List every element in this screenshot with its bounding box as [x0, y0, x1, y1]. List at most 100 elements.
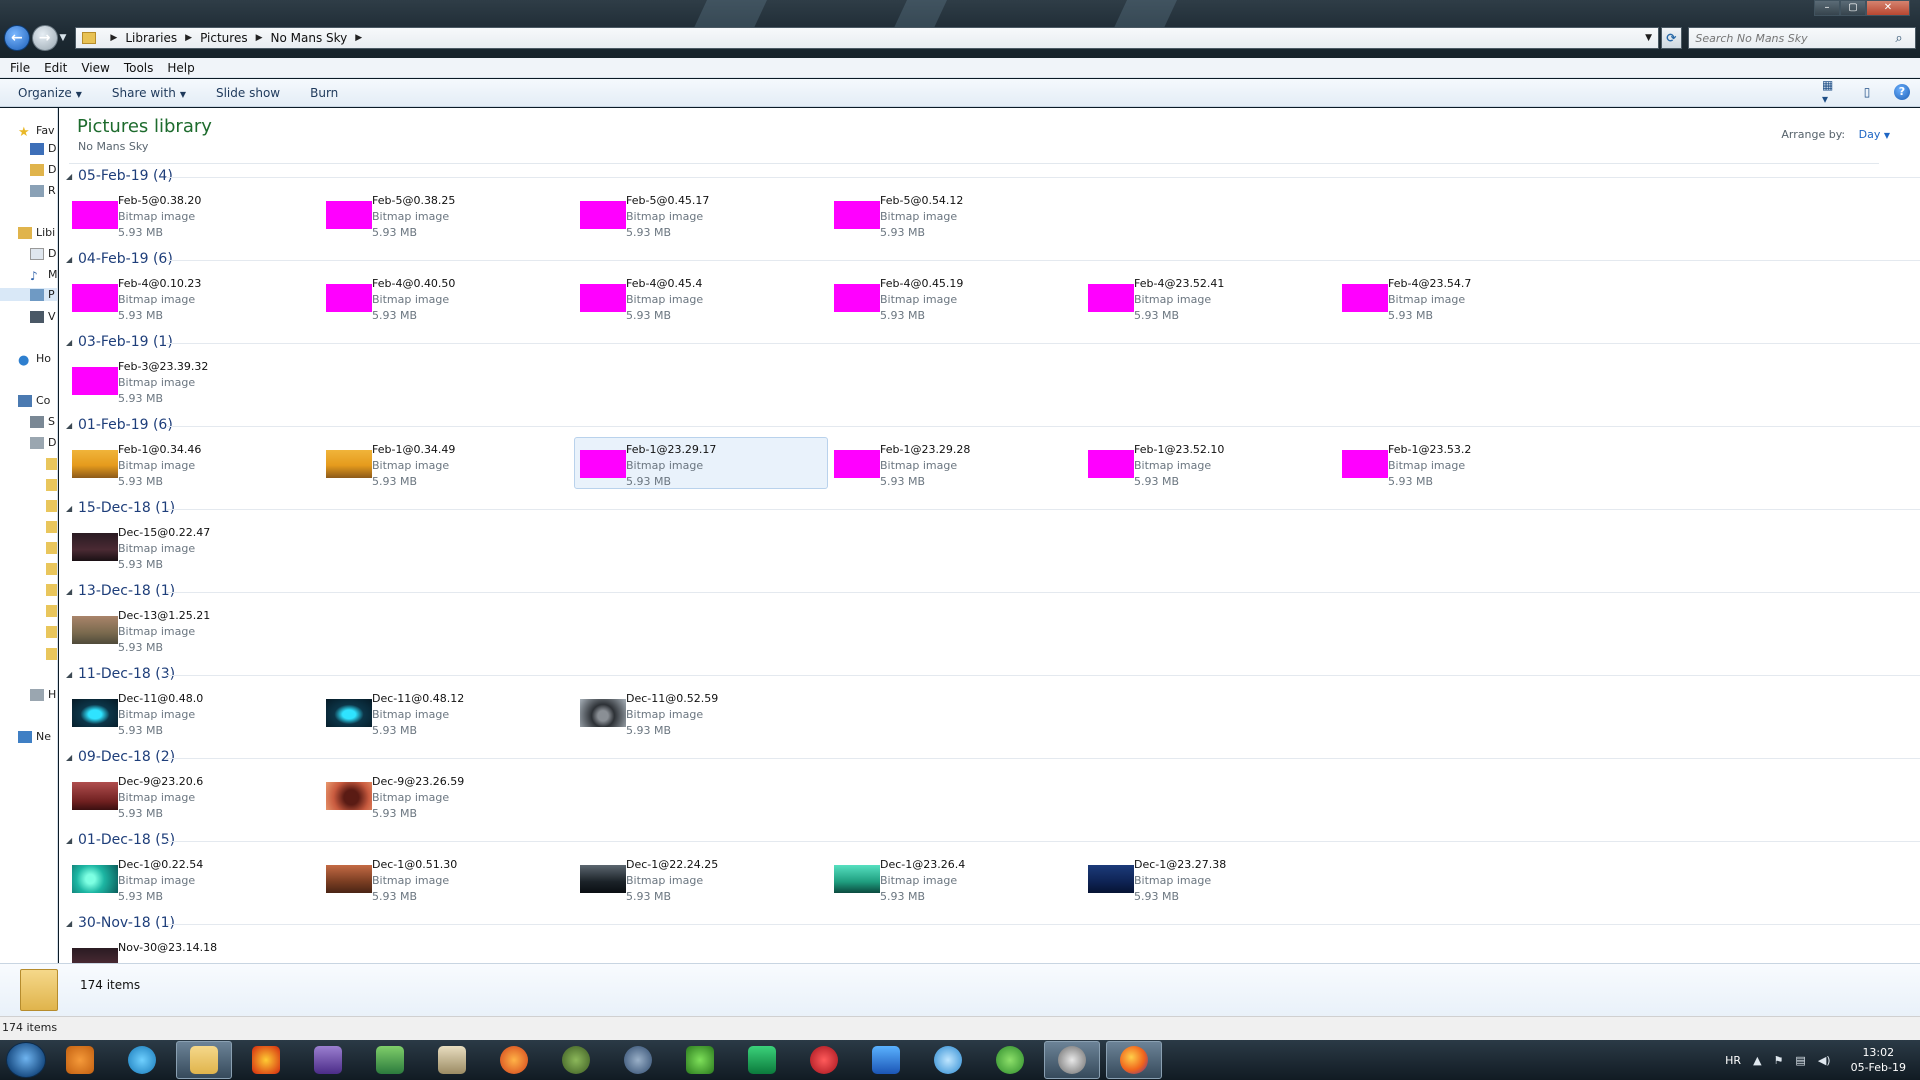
file-item[interactable]: Dec-1@23.26.4 Bitmap image 5.93 MB: [828, 852, 1082, 904]
menu-edit[interactable]: Edit: [44, 61, 67, 75]
file-item[interactable]: Feb-4@0.10.23 Bitmap image 5.93 MB: [66, 271, 320, 323]
file-item[interactable]: Feb-5@0.45.17 Bitmap image 5.93 MB: [574, 188, 828, 240]
folder-icon[interactable]: [46, 542, 57, 554]
network-icon[interactable]: ▤: [1795, 1054, 1805, 1067]
nav-lib-item[interactable]: D: [30, 247, 56, 260]
preview-pane-icon[interactable]: ▯: [1858, 83, 1876, 101]
file-item[interactable]: Feb-1@23.29.28 Bitmap image 5.93 MB: [828, 437, 1082, 489]
file-item[interactable]: Feb-1@23.53.2 Bitmap image 5.93 MB: [1336, 437, 1590, 489]
folder-icon[interactable]: [46, 605, 57, 617]
collapse-triangle-icon[interactable]: ◢: [66, 919, 78, 928]
file-item[interactable]: Feb-1@0.34.46 Bitmap image 5.93 MB: [66, 437, 320, 489]
group-header[interactable]: ◢ 05-Feb-19 (4): [66, 168, 173, 184]
taskbar-app-media-player[interactable]: [52, 1041, 108, 1079]
menu-help[interactable]: Help: [167, 61, 194, 75]
folder-icon[interactable]: [46, 521, 57, 533]
group-header[interactable]: ◢ 09-Dec-18 (2): [66, 749, 175, 765]
file-item[interactable]: Dec-15@0.22.47 Bitmap image 5.93 MB: [66, 520, 320, 572]
taskbar-app-no-entry[interactable]: [796, 1041, 852, 1079]
taskbar-app-steam-shield[interactable]: [610, 1041, 666, 1079]
nav-lib-item[interactable]: ♪ M: [30, 268, 57, 283]
collapse-triangle-icon[interactable]: ◢: [66, 753, 78, 762]
search-input[interactable]: [1695, 31, 1896, 45]
taskbar-app-utorrent[interactable]: [982, 1041, 1038, 1079]
nav-fav-item[interactable]: R: [30, 184, 56, 197]
file-item[interactable]: Feb-5@0.54.12 Bitmap image 5.93 MB: [828, 188, 1082, 240]
collapse-triangle-icon[interactable]: ◢: [66, 670, 78, 679]
search-icon[interactable]: ⌕: [1895, 31, 1902, 46]
volume-icon[interactable]: ◀): [1818, 1054, 1831, 1067]
file-item[interactable]: Dec-9@23.20.6 Bitmap image 5.93 MB: [66, 769, 320, 821]
search-box[interactable]: ⌕: [1688, 27, 1916, 49]
file-item[interactable]: Dec-1@0.51.30 Bitmap image 5.93 MB: [320, 852, 574, 904]
taskbar-app-vpn-shield[interactable]: [734, 1041, 790, 1079]
show-hidden-icons-icon[interactable]: ▲: [1753, 1054, 1761, 1067]
file-item[interactable]: Dec-9@23.26.59 Bitmap image 5.93 MB: [320, 769, 574, 821]
change-view-icon[interactable]: ▦ ▾: [1822, 78, 1840, 106]
recent-pages-dropdown[interactable]: ▼: [60, 33, 70, 43]
nav-comp-item[interactable]: H: [30, 688, 56, 701]
chevron-right-icon[interactable]: ▶: [185, 33, 192, 43]
taskbar-app-explorer[interactable]: [176, 1041, 232, 1079]
collapse-triangle-icon[interactable]: ◢: [66, 587, 78, 596]
chevron-right-icon[interactable]: ▶: [110, 33, 117, 43]
file-item[interactable]: Feb-4@0.45.19 Bitmap image 5.93 MB: [828, 271, 1082, 323]
taskbar-app-scanner[interactable]: [424, 1041, 480, 1079]
clock[interactable]: 13:02 05-Feb-19: [1851, 1045, 1906, 1075]
nav-comp-item[interactable]: S: [30, 415, 55, 428]
taskbar-app-gog[interactable]: [1044, 1041, 1100, 1079]
file-item[interactable]: Dec-1@22.24.25 Bitmap image 5.93 MB: [574, 852, 828, 904]
file-item[interactable]: Feb-5@0.38.25 Bitmap image 5.93 MB: [320, 188, 574, 240]
nav-fav-item[interactable]: D: [30, 142, 56, 155]
file-item[interactable]: Dec-13@1.25.21 Bitmap image 5.93 MB: [66, 603, 320, 655]
nav-fav-item[interactable]: D: [30, 163, 56, 176]
nav-homegroup[interactable]: ● Ho: [18, 352, 51, 368]
file-item[interactable]: Feb-4@23.54.7 Bitmap image 5.93 MB: [1336, 271, 1590, 323]
chevron-right-icon[interactable]: ▶: [355, 33, 362, 43]
group-header[interactable]: ◢ 13-Dec-18 (1): [66, 583, 175, 599]
folder-icon[interactable]: [46, 563, 57, 575]
collapse-triangle-icon[interactable]: ◢: [66, 504, 78, 513]
file-item[interactable]: Dec-11@0.48.0 Bitmap image 5.93 MB: [66, 686, 320, 738]
nav-lib-item-pictures[interactable]: P: [0, 288, 57, 301]
start-button[interactable]: [6, 1042, 46, 1078]
minimize-button[interactable]: –: [1814, 0, 1840, 16]
file-item[interactable]: Feb-3@23.39.32 Bitmap image 5.93 MB: [66, 354, 320, 406]
help-icon[interactable]: ?: [1894, 84, 1910, 100]
refresh-button[interactable]: ⟳: [1660, 27, 1683, 49]
file-item[interactable]: Dec-11@0.52.59 Bitmap image 5.93 MB: [574, 686, 828, 738]
taskbar-app-ccleaner[interactable]: [486, 1041, 542, 1079]
file-item[interactable]: Nov-30@23.14.18: [66, 935, 320, 963]
collapse-triangle-icon[interactable]: ◢: [66, 836, 78, 845]
nav-lib-item[interactable]: V: [30, 310, 56, 323]
file-item[interactable]: Feb-4@23.52.41 Bitmap image 5.93 MB: [1082, 271, 1336, 323]
group-header[interactable]: ◢ 04-Feb-19 (6): [66, 251, 173, 267]
group-header[interactable]: ◢ 01-Dec-18 (5): [66, 832, 175, 848]
taskbar-app-cpu-z[interactable]: [300, 1041, 356, 1079]
chevron-down-icon[interactable]: ▼: [1884, 131, 1890, 140]
nav-favorites[interactable]: ★ Fav: [18, 124, 55, 140]
group-header[interactable]: ◢ 30-Nov-18 (1): [66, 915, 175, 931]
group-header[interactable]: ◢ 15-Dec-18 (1): [66, 500, 175, 516]
taskbar-app-firefox[interactable]: [1106, 1041, 1162, 1079]
taskbar-app-ds4[interactable]: [114, 1041, 170, 1079]
taskbar-app-malwarebytes[interactable]: [858, 1041, 914, 1079]
taskbar-app-tree[interactable]: [548, 1041, 604, 1079]
organize-button[interactable]: Organize ▼: [18, 86, 82, 100]
folder-icon[interactable]: [46, 584, 57, 596]
taskbar-app-flame[interactable]: [238, 1041, 294, 1079]
folder-icon[interactable]: [46, 479, 57, 491]
collapse-triangle-icon[interactable]: ◢: [66, 255, 78, 264]
menu-tools[interactable]: Tools: [124, 61, 154, 75]
nav-libraries[interactable]: Libi: [18, 226, 55, 239]
address-history-dropdown[interactable]: ▼: [1640, 33, 1658, 43]
close-button[interactable]: ✕: [1866, 0, 1910, 16]
menu-file[interactable]: File: [10, 61, 30, 75]
file-item[interactable]: Dec-1@23.27.38 Bitmap image 5.93 MB: [1082, 852, 1336, 904]
file-item[interactable]: Feb-4@0.40.50 Bitmap image 5.93 MB: [320, 271, 574, 323]
taskbar-app-spiral[interactable]: [920, 1041, 976, 1079]
file-item[interactable]: Feb-4@0.45.4 Bitmap image 5.93 MB: [574, 271, 828, 323]
collapse-triangle-icon[interactable]: ◢: [66, 172, 78, 181]
group-header[interactable]: ◢ 03-Feb-19 (1): [66, 334, 173, 350]
file-item[interactable]: Feb-1@0.34.49 Bitmap image 5.93 MB: [320, 437, 574, 489]
